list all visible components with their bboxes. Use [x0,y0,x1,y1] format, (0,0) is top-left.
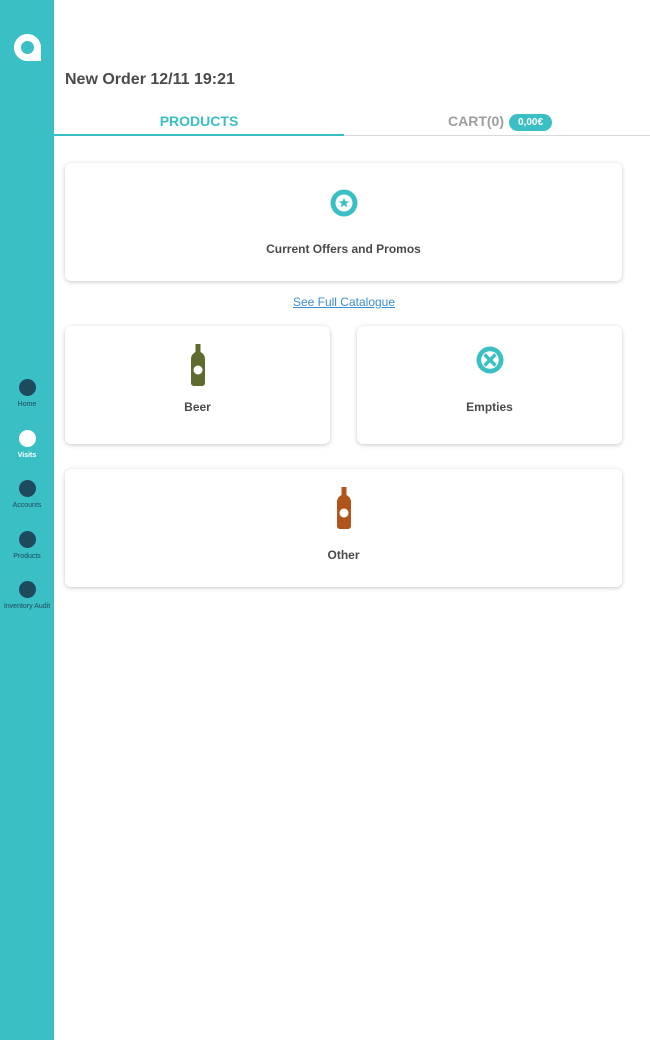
category-label: Other [327,548,360,562]
sidebar: Home Visits Accounts Products Inventory … [0,0,54,1040]
sidebar-item-label: Inventory Audit [3,603,51,610]
sidebar-item-home[interactable]: Home [0,379,54,409]
other-bottle-icon [336,487,351,529]
sidebar-item-label: Home [17,401,37,408]
star-badge-icon [330,189,357,217]
cart-total-badge: 0,00€ [508,114,553,131]
page-title: New Order 12/11 19:21 [65,71,235,88]
sidebar-item-label: Accounts [12,502,42,509]
sidebar-item-label: Visits [17,452,37,459]
products-icon [18,531,36,548]
visits-icon [18,430,36,447]
sidebar-item-label: Products [13,553,41,560]
beer-bottle-icon [190,344,205,386]
offers-card-label: Current Offers and Promos [266,242,421,256]
home-icon [18,379,36,396]
category-card-empties[interactable]: Empties [357,326,622,444]
tab-products[interactable]: PRODUCTS [54,104,344,136]
tab-cart-label: CART(0) [447,113,504,129]
sidebar-item-products[interactable]: Products [0,531,54,561]
sidebar-item-inventory-audit[interactable]: Inventory Audit [0,581,54,611]
see-full-catalogue-link[interactable]: See Full Catalogue [0,295,650,309]
offers-card[interactable]: Current Offers and Promos [65,163,622,281]
category-label: Empties [466,400,513,414]
tab-bar: PRODUCTS CART(0) 0,00€ [54,104,650,136]
app-logo-icon[interactable] [12,32,43,63]
category-card-other[interactable]: Other [65,469,622,587]
category-card-beer[interactable]: Beer [65,326,330,444]
accounts-icon [18,480,36,497]
sidebar-item-visits[interactable]: Visits [0,430,54,460]
empties-icon [476,346,503,374]
category-label: Beer [184,400,211,414]
inventory-icon [18,581,36,598]
sidebar-item-accounts[interactable]: Accounts [0,480,54,510]
tab-cart[interactable]: CART(0) 0,00€ [350,104,650,136]
tab-products-label: PRODUCTS [159,113,239,129]
